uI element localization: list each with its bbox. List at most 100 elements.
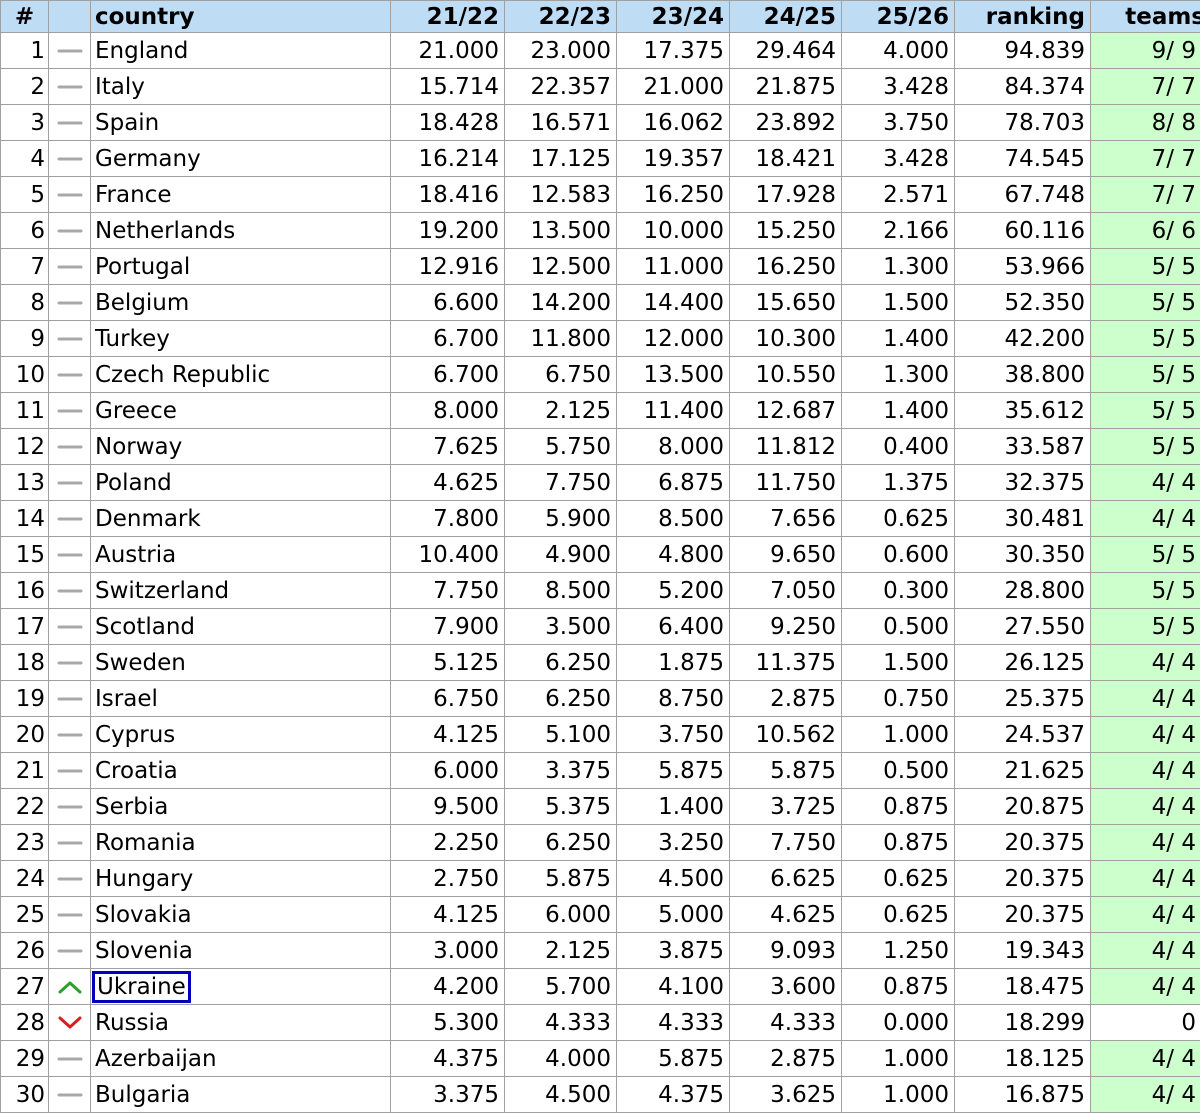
trend-cell: [49, 141, 91, 177]
country-link[interactable]: Scotland: [95, 614, 195, 640]
season-23-24-cell: 5.000: [617, 897, 730, 933]
country-link[interactable]: Greece: [95, 398, 177, 424]
trend-cell: [49, 69, 91, 105]
season-22-23-cell: 16.571: [505, 105, 617, 141]
country-link[interactable]: Israel: [95, 686, 158, 712]
country-link[interactable]: Sweden: [95, 650, 186, 676]
country-cell: Russia: [91, 1005, 391, 1041]
table-row[interactable]: 16Switzerland7.7508.5005.2007.0500.30028…: [1, 573, 1200, 609]
country-link[interactable]: Cyprus: [95, 722, 175, 748]
position-cell: 18: [1, 645, 49, 681]
country-link[interactable]: Spain: [95, 110, 159, 136]
table-row[interactable]: 12Norway7.6255.7508.00011.8120.40033.587…: [1, 429, 1200, 465]
table-row[interactable]: 27Ukraine4.2005.7004.1003.6000.87518.475…: [1, 969, 1200, 1005]
country-link[interactable]: Germany: [95, 146, 201, 172]
table-row[interactable]: 4Germany16.21417.12519.35718.4213.42874.…: [1, 141, 1200, 177]
country-link[interactable]: Denmark: [95, 506, 201, 532]
column-header-season-21-22[interactable]: 21/22: [391, 1, 505, 33]
country-link[interactable]: Poland: [95, 470, 172, 496]
country-link[interactable]: Czech Republic: [95, 362, 270, 388]
season-25-26-cell: 1.400: [842, 393, 955, 429]
season-23-24-cell: 21.000: [617, 69, 730, 105]
table-row[interactable]: 5France18.41612.58316.25017.9282.57167.7…: [1, 177, 1200, 213]
country-cell: Netherlands: [91, 213, 391, 249]
table-row[interactable]: 8Belgium6.60014.20014.40015.6501.50052.3…: [1, 285, 1200, 321]
table-row[interactable]: 30Bulgaria3.3754.5004.3753.6251.00016.87…: [1, 1077, 1200, 1113]
country-link[interactable]: Bulgaria: [95, 1082, 190, 1108]
table-row[interactable]: 20Cyprus4.1255.1003.75010.5621.00024.537…: [1, 717, 1200, 753]
season-22-23-cell: 23.000: [505, 33, 617, 69]
table-row[interactable]: 11Greece8.0002.12511.40012.6871.40035.61…: [1, 393, 1200, 429]
table-row[interactable]: 18Sweden5.1256.2501.87511.3751.50026.125…: [1, 645, 1200, 681]
column-header-season-24-25[interactable]: 24/25: [730, 1, 842, 33]
trend-cell: [49, 213, 91, 249]
country-link[interactable]: Russia: [95, 1010, 169, 1036]
table-row[interactable]: 7Portugal12.91612.50011.00016.2501.30053…: [1, 249, 1200, 285]
table-row[interactable]: 15Austria10.4004.9004.8009.6500.60030.35…: [1, 537, 1200, 573]
season-24-25-cell: 9.650: [730, 537, 842, 573]
country-link[interactable]: Italy: [95, 74, 145, 100]
country-link[interactable]: Croatia: [95, 758, 178, 784]
season-23-24-cell: 4.375: [617, 1077, 730, 1113]
country-link[interactable]: Norway: [95, 434, 182, 460]
table-row[interactable]: 14Denmark7.8005.9008.5007.6560.62530.481…: [1, 501, 1200, 537]
country-link[interactable]: Slovenia: [95, 938, 193, 964]
ranking-cell: 52.350: [955, 285, 1091, 321]
table-row[interactable]: 28Russia5.3004.3334.3334.3330.00018.2990: [1, 1005, 1200, 1041]
season-24-25-cell: 7.050: [730, 573, 842, 609]
country-link[interactable]: Belgium: [95, 290, 189, 316]
table-row[interactable]: 10Czech Republic6.7006.75013.50010.5501.…: [1, 357, 1200, 393]
table-row[interactable]: 26Slovenia3.0002.1253.8759.0931.25019.34…: [1, 933, 1200, 969]
table-row[interactable]: 21Croatia6.0003.3755.8755.8750.50021.625…: [1, 753, 1200, 789]
country-link[interactable]: France: [95, 182, 171, 208]
season-22-23-cell: 4.500: [505, 1077, 617, 1113]
season-23-24-cell: 5.875: [617, 753, 730, 789]
column-header-teams[interactable]: teams: [1091, 1, 1200, 33]
column-header-season-25-26[interactable]: 25/26: [842, 1, 955, 33]
column-header-ranking[interactable]: ranking: [955, 1, 1091, 33]
table-row[interactable]: 17Scotland7.9003.5006.4009.2500.50027.55…: [1, 609, 1200, 645]
country-link[interactable]: Hungary: [95, 866, 193, 892]
table-row[interactable]: 6Netherlands19.20013.50010.00015.2502.16…: [1, 213, 1200, 249]
position-cell: 30: [1, 1077, 49, 1113]
trend-cell: [49, 33, 91, 69]
table-row[interactable]: 22Serbia9.5005.3751.4003.7250.87520.8754…: [1, 789, 1200, 825]
trend-cell: [49, 897, 91, 933]
country-link[interactable]: Azerbaijan: [95, 1046, 217, 1072]
table-row[interactable]: 24Hungary2.7505.8754.5006.6250.62520.375…: [1, 861, 1200, 897]
country-link[interactable]: Turkey: [95, 326, 170, 352]
table-row[interactable]: 1England21.00023.00017.37529.4644.00094.…: [1, 33, 1200, 69]
season-22-23-cell: 6.250: [505, 825, 617, 861]
trend-cell: [49, 177, 91, 213]
country-link[interactable]: Ukraine: [95, 974, 188, 1000]
season-24-25-cell: 3.725: [730, 789, 842, 825]
country-link[interactable]: Austria: [95, 542, 176, 568]
table-row[interactable]: 13Poland4.6257.7506.87511.7501.37532.375…: [1, 465, 1200, 501]
country-link[interactable]: Netherlands: [95, 218, 235, 244]
teams-cell: 4/ 4: [1091, 1041, 1200, 1077]
column-header-season-22-23[interactable]: 22/23: [505, 1, 617, 33]
country-link[interactable]: Portugal: [95, 254, 190, 280]
dash-icon: [56, 725, 84, 745]
table-row[interactable]: 2Italy15.71422.35721.00021.8753.42884.37…: [1, 69, 1200, 105]
table-row[interactable]: 19Israel6.7506.2508.7502.8750.75025.3754…: [1, 681, 1200, 717]
teams-cell: 4/ 4: [1091, 501, 1200, 537]
country-link[interactable]: Romania: [95, 830, 196, 856]
season-23-24-cell: 5.200: [617, 573, 730, 609]
dash-icon: [56, 257, 84, 277]
country-link[interactable]: England: [95, 38, 188, 64]
column-header-season-23-24[interactable]: 23/24: [617, 1, 730, 33]
column-header-country[interactable]: country: [91, 1, 391, 33]
dash-icon: [56, 1085, 84, 1105]
table-row[interactable]: 29Azerbaijan4.3754.0005.8752.8751.00018.…: [1, 1041, 1200, 1077]
country-link[interactable]: Switzerland: [95, 578, 229, 604]
country-link[interactable]: Serbia: [95, 794, 168, 820]
table-row[interactable]: 23Romania2.2506.2503.2507.7500.87520.375…: [1, 825, 1200, 861]
table-row[interactable]: 9Turkey6.70011.80012.00010.3001.40042.20…: [1, 321, 1200, 357]
country-link[interactable]: Slovakia: [95, 902, 192, 928]
column-header-position[interactable]: #: [1, 1, 49, 33]
season-25-26-cell: 2.166: [842, 213, 955, 249]
table-row[interactable]: 25Slovakia4.1256.0005.0004.6250.62520.37…: [1, 897, 1200, 933]
ranking-cell: 27.550: [955, 609, 1091, 645]
table-row[interactable]: 3Spain18.42816.57116.06223.8923.75078.70…: [1, 105, 1200, 141]
